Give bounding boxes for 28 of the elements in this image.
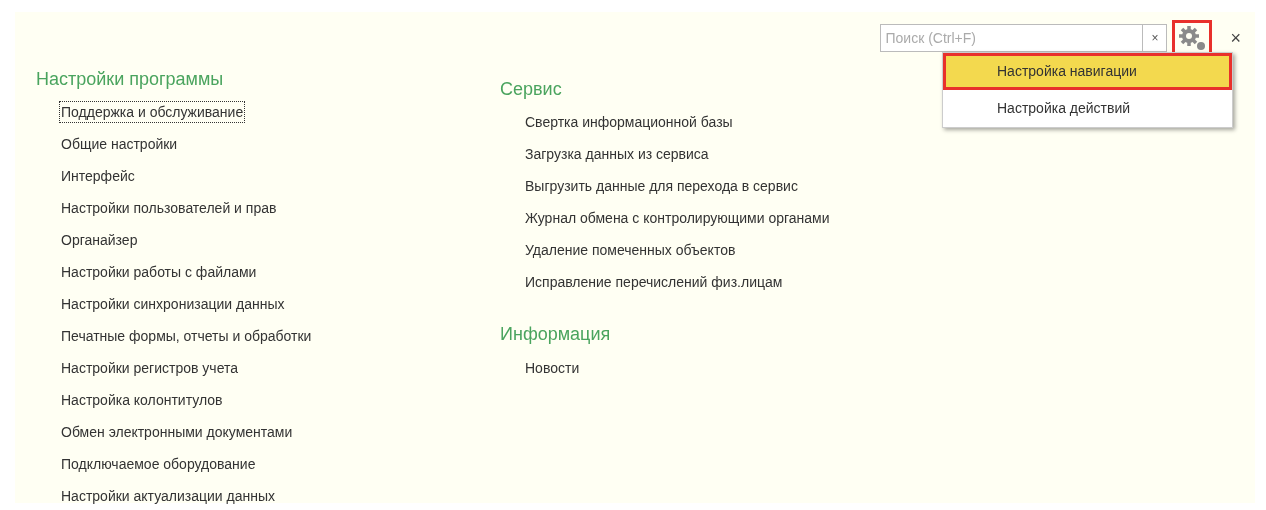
nav-link[interactable]: Интерфейс bbox=[59, 165, 137, 188]
nav-link[interactable]: Обмен электронными документами bbox=[59, 421, 295, 444]
section-heading: Информация bbox=[500, 323, 612, 347]
nav-link[interactable]: Общие настройки bbox=[59, 133, 180, 156]
nav-link[interactable]: Удаление помеченных объектов bbox=[523, 239, 738, 262]
nav-link[interactable]: Настройка колонтитулов bbox=[59, 389, 225, 412]
settings-icon bbox=[1177, 25, 1208, 51]
section-heading: Настройки программы bbox=[36, 68, 225, 91]
search-field[interactable]: Поиск (Ctrl+F) × bbox=[880, 24, 1168, 52]
menu-item[interactable]: Настройка навигации bbox=[943, 53, 1232, 90]
nav-link[interactable]: Поддержка и обслуживание bbox=[59, 101, 246, 124]
nav-link[interactable]: Настройки работы с файлами bbox=[59, 261, 259, 284]
nav-link[interactable]: Настройки синхронизации данных bbox=[59, 293, 287, 316]
nav-link[interactable]: Выгрузить данные для перехода в сервис bbox=[523, 175, 800, 198]
nav-link[interactable]: Настройки пользователей и прав bbox=[59, 197, 279, 220]
nav-link[interactable]: Свертка информационной базы bbox=[523, 111, 735, 134]
nav-link[interactable]: Загрузка данных из сервиса bbox=[523, 143, 711, 166]
close-button[interactable]: × bbox=[1226, 24, 1245, 52]
nav-link[interactable]: Журнал обмена с контролирующими органами bbox=[523, 207, 832, 230]
nav-link[interactable]: Настройки актуализации данных bbox=[59, 485, 278, 508]
nav-link[interactable]: Новости bbox=[523, 356, 582, 379]
nav-link[interactable]: Исправление перечислений физ.лицам bbox=[523, 271, 785, 294]
menu-item[interactable]: Настройка действий bbox=[943, 90, 1232, 127]
section-heading: Сервис bbox=[500, 78, 563, 101]
nav-link[interactable]: Подключаемое оборудование bbox=[59, 453, 258, 476]
nav-link[interactable]: Настройки регистров учета bbox=[59, 357, 240, 380]
nav-link[interactable]: Органайзер bbox=[59, 229, 140, 252]
nav-link[interactable]: Печатные формы, отчеты и обработки bbox=[59, 325, 314, 348]
